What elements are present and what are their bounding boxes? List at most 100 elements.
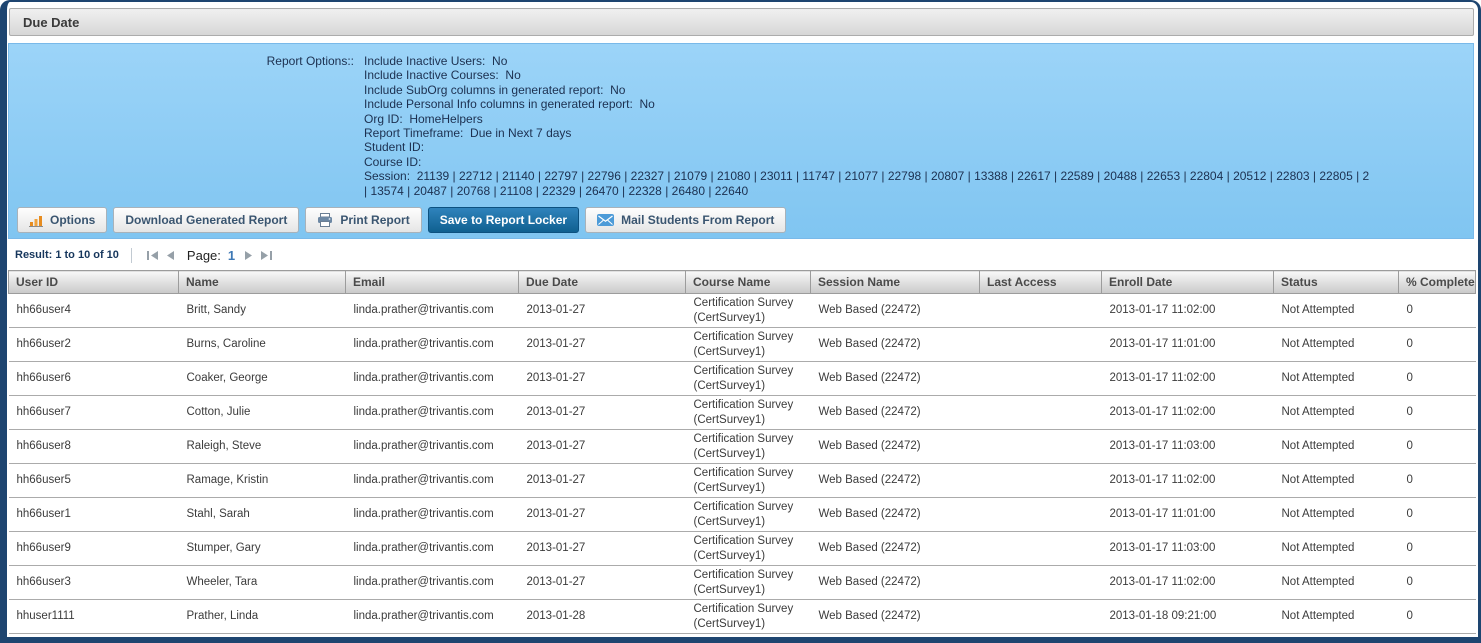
pager-divider: [131, 248, 132, 263]
table-row: hh66user6Coaker, Georgelinda.prather@tri…: [9, 362, 1476, 396]
cell-last_access: [980, 532, 1102, 566]
cell-pct_complete: 0: [1399, 566, 1476, 600]
cell-email: linda.prather@trivantis.com: [346, 532, 519, 566]
cell-status: Not Attempted: [1274, 294, 1399, 328]
cell-session_name: Web Based (22472): [811, 532, 980, 566]
cell-last_access: [980, 464, 1102, 498]
column-header-email[interactable]: Email: [346, 271, 519, 294]
page-title: Due Date: [23, 15, 79, 30]
cell-user_id: hh66user7: [9, 396, 179, 430]
cell-enroll_date: 2013-01-17 11:03:00: [1102, 430, 1274, 464]
cell-name: Cotton, Julie: [179, 396, 346, 430]
option-line-student-id: Student ID:: [364, 140, 1473, 154]
cell-pct_complete: 0: [1399, 430, 1476, 464]
cell-due_date: 2013-01-27: [519, 464, 686, 498]
result-count: Result: 1 to 10 of 10: [15, 249, 119, 261]
cell-pct_complete: 0: [1399, 362, 1476, 396]
cell-due_date: 2013-01-27: [519, 294, 686, 328]
first-page-button[interactable]: [146, 251, 159, 260]
cell-last_access: [980, 600, 1102, 634]
cell-last_access: [980, 294, 1102, 328]
table-body: hh66user4Britt, Sandylinda.prather@triva…: [9, 294, 1476, 634]
cell-name: Britt, Sandy: [179, 294, 346, 328]
envelope-icon: [597, 214, 614, 226]
column-header-enroll_date[interactable]: Enroll Date: [1102, 271, 1274, 294]
option-line-include-inactive-courses: Include Inactive Courses: No: [364, 68, 1473, 82]
cell-user_id: hh66user6: [9, 362, 179, 396]
cell-enroll_date: 2013-01-17 11:02:00: [1102, 464, 1274, 498]
cell-session_name: Web Based (22472): [811, 464, 980, 498]
column-header-course_name[interactable]: Course Name: [686, 271, 811, 294]
cell-course_name: Certification Survey(CertSurvey1): [686, 362, 811, 396]
option-line-org-id: Org ID: HomeHelpers: [364, 112, 1473, 126]
previous-page-icon: [165, 251, 175, 260]
cell-name: Prather, Linda: [179, 600, 346, 634]
cell-due_date: 2013-01-27: [519, 430, 686, 464]
save-to-report-locker-button[interactable]: Save to Report Locker: [428, 207, 579, 233]
report-options-label: Report Options::: [9, 54, 354, 198]
cell-pct_complete: 0: [1399, 328, 1476, 362]
cell-email: linda.prather@trivantis.com: [346, 498, 519, 532]
cell-status: Not Attempted: [1274, 328, 1399, 362]
column-header-last_access[interactable]: Last Access: [980, 271, 1102, 294]
column-header-status[interactable]: Status: [1274, 271, 1399, 294]
cell-status: Not Attempted: [1274, 362, 1399, 396]
table-row: hh66user1Stahl, Sarahlinda.prather@triva…: [9, 498, 1476, 532]
cell-email: linda.prather@trivantis.com: [346, 294, 519, 328]
cell-last_access: [980, 328, 1102, 362]
cell-due_date: 2013-01-28: [519, 600, 686, 634]
cell-pct_complete: 0: [1399, 464, 1476, 498]
next-page-button[interactable]: [244, 251, 254, 260]
option-line-include-inactive-users: Include Inactive Users: No: [364, 54, 1473, 68]
column-header-due_date[interactable]: Due Date: [519, 271, 686, 294]
save-locker-button-label: Save to Report Locker: [440, 213, 567, 227]
table-row: hh66user5Ramage, Kristinlinda.prather@tr…: [9, 464, 1476, 498]
cell-pct_complete: 0: [1399, 498, 1476, 532]
column-header-session_name[interactable]: Session Name: [811, 271, 980, 294]
last-page-button[interactable]: [260, 251, 273, 260]
column-header-name[interactable]: Name: [179, 271, 346, 294]
cell-enroll_date: 2013-01-17 11:01:00: [1102, 498, 1274, 532]
option-line-report-timeframe: Report Timeframe: Due in Next 7 days: [364, 126, 1473, 140]
cell-status: Not Attempted: [1274, 430, 1399, 464]
cell-course_name: Certification Survey(CertSurvey1): [686, 464, 811, 498]
cell-session_name: Web Based (22472): [811, 294, 980, 328]
column-header-pct_complete[interactable]: % Complete: [1399, 271, 1476, 294]
column-header-user_id[interactable]: User ID: [9, 271, 179, 294]
cell-email: linda.prather@trivantis.com: [346, 396, 519, 430]
current-page-number[interactable]: 1: [228, 248, 235, 263]
cell-session_name: Web Based (22472): [811, 362, 980, 396]
table-row: hh66user8Raleigh, Stevelinda.prather@tri…: [9, 430, 1476, 464]
last-page-icon: [260, 251, 273, 260]
mail-students-from-report-button[interactable]: Mail Students From Report: [585, 207, 786, 233]
cell-enroll_date: 2013-01-17 11:02:00: [1102, 362, 1274, 396]
next-page-icon: [244, 251, 254, 260]
cell-course_name: Certification Survey(CertSurvey1): [686, 532, 811, 566]
table-row: hh66user4Britt, Sandylinda.prather@triva…: [9, 294, 1476, 328]
cell-pct_complete: 0: [1399, 600, 1476, 634]
print-button-label: Print Report: [340, 213, 409, 227]
cell-enroll_date: 2013-01-17 11:02:00: [1102, 396, 1274, 430]
cell-session_name: Web Based (22472): [811, 396, 980, 430]
cell-user_id: hh66user8: [9, 430, 179, 464]
cell-user_id: hh66user2: [9, 328, 179, 362]
table-row: hh66user9Stumper, Garylinda.prather@triv…: [9, 532, 1476, 566]
cell-email: linda.prather@trivantis.com: [346, 600, 519, 634]
cell-name: Wheeler, Tara: [179, 566, 346, 600]
cell-user_id: hh66user1: [9, 498, 179, 532]
cell-last_access: [980, 498, 1102, 532]
cell-enroll_date: 2013-01-17 11:01:00: [1102, 328, 1274, 362]
cell-course_name: Certification Survey(CertSurvey1): [686, 566, 811, 600]
cell-pct_complete: 0: [1399, 294, 1476, 328]
option-line-include-personal-info: Include Personal Info columns in generat…: [364, 97, 1473, 111]
print-report-button[interactable]: Print Report: [305, 207, 421, 233]
cell-due_date: 2013-01-27: [519, 328, 686, 362]
report-options-panel: Report Options:: Include Inactive Users:…: [8, 43, 1474, 239]
cell-user_id: hh66user3: [9, 566, 179, 600]
cell-course_name: Certification Survey(CertSurvey1): [686, 430, 811, 464]
previous-page-button[interactable]: [165, 251, 175, 260]
download-generated-report-button[interactable]: Download Generated Report: [113, 207, 299, 233]
cell-user_id: hhuser1111: [9, 600, 179, 634]
options-button[interactable]: Options: [17, 207, 107, 233]
first-page-icon: [146, 251, 159, 260]
